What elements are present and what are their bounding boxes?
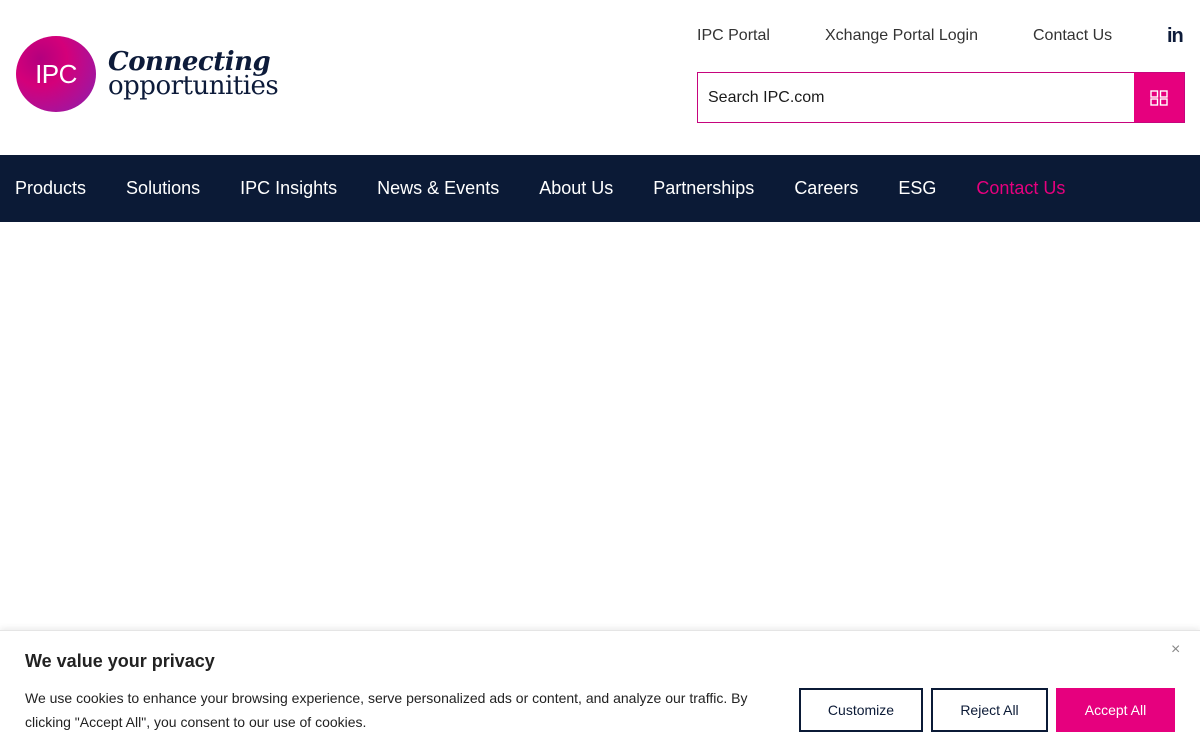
search-icon	[1150, 89, 1168, 106]
ipc-portal-link[interactable]: IPC Portal	[697, 27, 770, 45]
linkedin-icon[interactable]: in	[1167, 25, 1184, 48]
search-bar	[697, 72, 1185, 123]
cookie-banner: We value your privacy We use cookies to …	[0, 630, 1200, 750]
ipc-logo[interactable]: IPC Connecting opportunities	[16, 36, 279, 112]
cookie-banner-title: We value your privacy	[25, 651, 215, 671]
main-nav: Products Solutions IPC Insights News & E…	[0, 155, 1200, 222]
customize-button[interactable]: Customize	[799, 688, 923, 732]
logo-tagline: Connecting opportunities	[108, 49, 279, 101]
page: IPC Connecting opportunities IPC Portal …	[0, 0, 1200, 750]
nav-item-partnerships[interactable]: Partnerships	[653, 178, 754, 199]
search-button[interactable]	[1134, 73, 1184, 122]
nav-item-ipc-insights[interactable]: IPC Insights	[240, 178, 337, 199]
search-input[interactable]	[698, 73, 1134, 122]
cookie-banner-text: We use cookies to enhance your browsing …	[25, 690, 748, 730]
logo-mark: IPC	[16, 36, 96, 112]
nav-item-contact-us[interactable]: Contact Us	[976, 178, 1065, 199]
site-header: IPC Connecting opportunities IPC Portal …	[0, 0, 1200, 155]
reject-all-button[interactable]: Reject All	[931, 688, 1048, 732]
nav-item-about-us[interactable]: About Us	[539, 178, 613, 199]
nav-item-esg[interactable]: ESG	[898, 178, 936, 199]
nav-item-news-events[interactable]: News & Events	[377, 178, 499, 199]
logo-mark-text: IPC	[35, 58, 77, 89]
contact-us-link[interactable]: Contact Us	[1033, 27, 1112, 45]
xchange-portal-login-link[interactable]: Xchange Portal Login	[825, 27, 978, 45]
logo-tagline-line2: opportunities	[108, 71, 279, 101]
nav-item-solutions[interactable]: Solutions	[126, 178, 200, 199]
nav-item-products[interactable]: Products	[15, 178, 86, 199]
nav-item-careers[interactable]: Careers	[794, 178, 858, 199]
close-icon[interactable]: ×	[1171, 641, 1180, 659]
accept-all-button[interactable]: Accept All	[1056, 688, 1175, 732]
